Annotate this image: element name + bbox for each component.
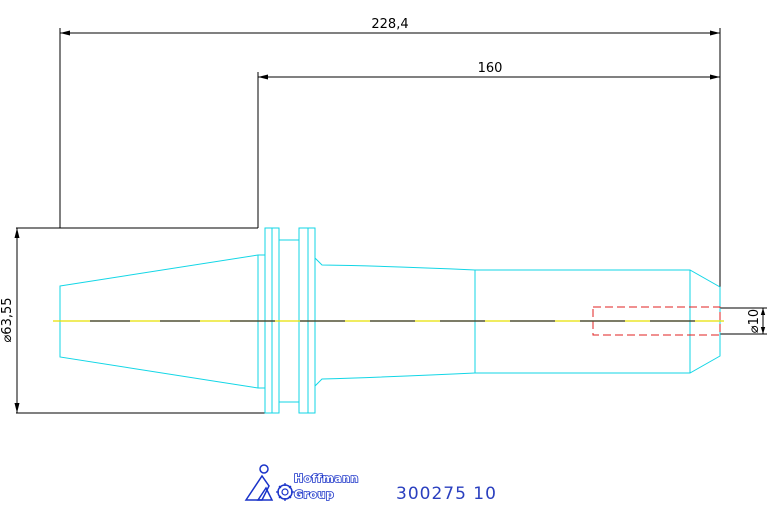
logo-text-group: Group — [294, 488, 334, 501]
flange-diameter-label: ⌀63,55 — [0, 297, 15, 342]
logo-text-hoffmann: Hoffmann — [294, 472, 359, 485]
technical-drawing: 228,4 160 ⌀63,55 ⌀10 Hoffmann Group 3002… — [0, 17, 767, 504]
tip-diameter-label: ⌀10 — [747, 309, 762, 333]
tool-body — [314, 256, 721, 388]
gauge-length-label: 160 — [478, 61, 503, 76]
part-number: 300275 10 — [396, 484, 497, 504]
dimension-gauge-length: 160 — [257, 61, 720, 228]
dimension-overall-length: 228,4 — [59, 17, 721, 300]
overall-length-label: 228,4 — [371, 17, 408, 32]
hoffmann-group-logo: Hoffmann Group — [244, 464, 359, 502]
dimension-tip-diameter: ⌀10 — [720, 307, 767, 335]
logo-mark-icon — [244, 464, 294, 501]
